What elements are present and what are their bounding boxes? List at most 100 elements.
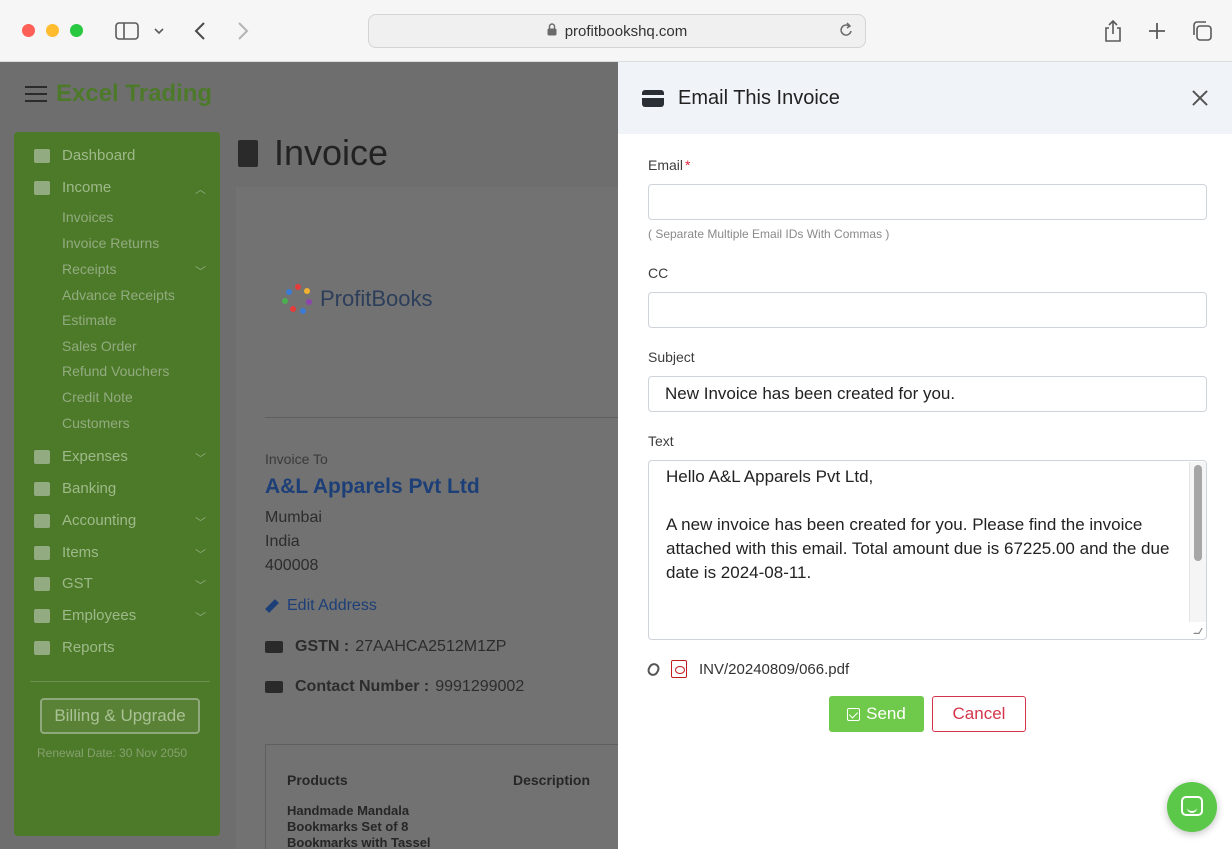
- page-title: Invoice: [238, 132, 388, 174]
- contact-line: Contact Number :9991299002: [265, 678, 524, 696]
- chevron-down-icon: ﹀: [195, 266, 206, 278]
- hamburger-menu-icon[interactable]: [25, 86, 47, 107]
- subject-field[interactable]: [648, 376, 1207, 412]
- sidebar-sub-credit-note[interactable]: Credit Note: [62, 389, 133, 405]
- chevron-down-icon: ﹀: [195, 549, 206, 561]
- cc-label: CC: [648, 265, 669, 281]
- tag-icon: [34, 545, 50, 560]
- sidebar-sub-customers[interactable]: Customers: [62, 415, 130, 431]
- tab-overview-icon[interactable]: [1190, 16, 1214, 46]
- phone-icon: [265, 681, 283, 693]
- text-label: Text: [648, 433, 674, 449]
- edit-address-link[interactable]: Edit Address: [265, 597, 377, 615]
- drawer-header: Email This Invoice: [618, 62, 1232, 134]
- textarea-scrollbar[interactable]: [1189, 462, 1206, 622]
- sidebar: Dashboard Income ︿ Invoices Invoice Retu…: [14, 132, 220, 836]
- close-window-button[interactable]: [22, 24, 35, 37]
- chat-support-button[interactable]: [1167, 782, 1217, 832]
- sidebar-toggle-icon[interactable]: [114, 16, 140, 46]
- renewal-date: Renewal Date: 30 Nov 2050: [37, 746, 188, 760]
- message-textarea[interactable]: Hello A&L Apparels Pvt Ltd, A new invoic…: [648, 460, 1207, 640]
- brand-name: Excel Trading: [56, 80, 213, 107]
- attachment-filename[interactable]: INV/20240809/066.pdf: [699, 661, 849, 678]
- chat-icon: [1181, 796, 1203, 816]
- credit-card-icon: [642, 90, 664, 107]
- sidebar-item-income[interactable]: Income: [34, 179, 111, 196]
- chevron-down-icon: ﹀: [195, 580, 206, 592]
- attachment-row: INV/20240809/066.pdf: [645, 660, 849, 678]
- sidebar-item-employees[interactable]: Employees: [34, 607, 136, 624]
- new-tab-icon[interactable]: [1146, 16, 1168, 46]
- rupee-icon: [34, 576, 50, 591]
- sidebar-item-items[interactable]: Items: [34, 544, 99, 561]
- pdf-icon: [671, 660, 687, 678]
- drawer-title: Email This Invoice: [678, 87, 840, 109]
- email-label: Email *: [648, 157, 691, 173]
- sidebar-sub-estimate[interactable]: Estimate: [62, 312, 116, 328]
- logo-dots-icon: [282, 284, 314, 314]
- billing-upgrade-button[interactable]: Billing & Upgrade: [40, 698, 200, 734]
- chevron-down-icon: ﹀: [195, 517, 206, 529]
- check-square-icon: [847, 707, 861, 721]
- money-icon: [265, 641, 283, 653]
- email-field[interactable]: [648, 184, 1207, 220]
- table-row: Handmade Mandala Bookmarks Set of 8 Book…: [287, 803, 431, 849]
- email-hint: ( Separate Multiple Email IDs With Comma…: [648, 227, 890, 241]
- sidebar-item-gst[interactable]: GST: [34, 575, 93, 592]
- paperclip-icon: [645, 660, 662, 678]
- invoice-to-label: Invoice To: [265, 451, 328, 467]
- close-icon[interactable]: [1188, 86, 1212, 110]
- pencil-icon: [265, 599, 279, 613]
- sidebar-item-banking[interactable]: Banking: [34, 480, 116, 497]
- col-description-header: Description: [513, 772, 591, 788]
- card-divider: [265, 417, 625, 418]
- customer-name[interactable]: A&L Apparels Pvt Ltd: [265, 475, 480, 499]
- sidebar-sub-refund-vouchers[interactable]: Refund Vouchers: [62, 363, 169, 379]
- sidebar-item-accounting[interactable]: Accounting: [34, 512, 136, 529]
- address-city: Mumbai: [265, 509, 322, 526]
- zoom-window-button[interactable]: [70, 24, 83, 37]
- browser-toolbar: profitbookshq.com: [0, 0, 1232, 62]
- chevron-down-icon: ﹀: [195, 453, 206, 465]
- url-text: profitbookshq.com: [564, 22, 688, 40]
- scrollbar-thumb[interactable]: [1194, 465, 1202, 561]
- sidebar-item-dashboard[interactable]: Dashboard: [34, 147, 135, 164]
- sidebar-sub-invoice-returns[interactable]: Invoice Returns: [62, 235, 159, 251]
- bank-icon: [34, 481, 50, 496]
- address-bar[interactable]: profitbookshq.com: [368, 14, 866, 48]
- cancel-button[interactable]: Cancel: [932, 696, 1026, 732]
- sidebar-sub-receipts[interactable]: Receipts: [62, 261, 116, 277]
- card-icon: [34, 449, 50, 464]
- share-icon[interactable]: [1102, 16, 1124, 46]
- chevron-down-icon[interactable]: [152, 16, 166, 46]
- back-arrow-icon[interactable]: [190, 16, 210, 46]
- sidebar-sub-sales-order[interactable]: Sales Order: [62, 338, 137, 354]
- sidebar-item-expenses[interactable]: Expenses: [34, 448, 128, 465]
- send-button[interactable]: Send: [829, 696, 924, 732]
- users-icon: [34, 608, 50, 623]
- chevron-up-icon: ︿: [195, 184, 206, 196]
- chart-icon: [34, 640, 50, 655]
- sidebar-sub-advance-receipts[interactable]: Advance Receipts: [62, 287, 175, 303]
- minimize-window-button[interactable]: [46, 24, 59, 37]
- cc-field[interactable]: [648, 292, 1207, 328]
- book-icon: [34, 513, 50, 528]
- document-icon: [238, 139, 258, 167]
- email-invoice-drawer: Email This Invoice Email * ( Separate Mul…: [618, 62, 1232, 849]
- address-pin: 400008: [265, 557, 319, 574]
- forward-arrow-icon[interactable]: [233, 16, 253, 46]
- col-products-header: Products: [287, 772, 348, 788]
- subject-label: Subject: [648, 349, 695, 365]
- reload-icon[interactable]: [839, 22, 853, 42]
- address-country: India: [265, 533, 300, 550]
- required-marker: *: [685, 157, 691, 173]
- chevron-down-icon: ﹀: [195, 612, 206, 624]
- gstn-line: GSTN :27AAHCA2512M1ZP: [265, 638, 506, 656]
- sidebar-divider: [30, 681, 210, 682]
- sidebar-sub-invoices[interactable]: Invoices: [62, 209, 113, 225]
- sidebar-item-reports[interactable]: Reports: [34, 639, 115, 656]
- profitbooks-logo: ProfitBooks: [282, 284, 433, 314]
- dashboard-icon: [34, 148, 50, 163]
- lock-icon: [547, 22, 557, 40]
- money-icon: [34, 180, 50, 195]
